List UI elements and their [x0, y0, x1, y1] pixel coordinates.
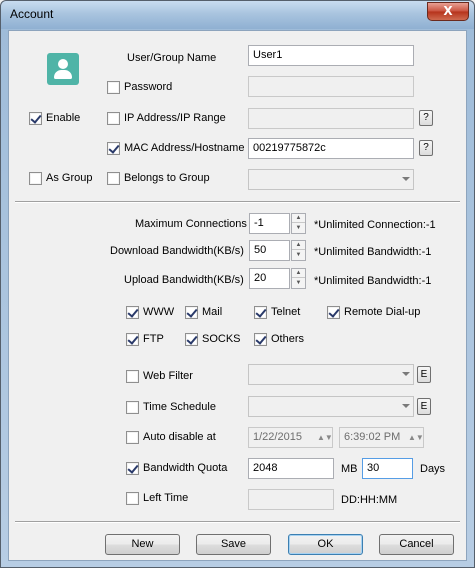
- user-icon: [47, 53, 79, 85]
- ok-button[interactable]: OK: [288, 534, 363, 555]
- bandwidth-quota-checkbox[interactable]: [126, 462, 139, 475]
- left-time-format: DD:HH:MM: [341, 494, 398, 506]
- service-others-checkbox[interactable]: [254, 333, 267, 346]
- close-button[interactable]: X: [427, 2, 469, 21]
- as-group-label: As Group: [46, 172, 93, 184]
- mac-label: MAC Address/Hostname: [124, 142, 245, 154]
- save-button[interactable]: Save: [196, 534, 271, 555]
- password-input[interactable]: [248, 76, 414, 97]
- upload-bandwidth-input[interactable]: 20: [249, 268, 290, 289]
- enable-checkbox[interactable]: [29, 112, 42, 125]
- bandwidth-quota-unit: MB: [341, 463, 358, 475]
- title-bar[interactable]: Account X: [1, 1, 474, 29]
- service-socks-label: SOCKS: [202, 333, 241, 345]
- ip-help-button[interactable]: ?: [419, 110, 433, 126]
- spin-down-icon[interactable]: ▼: [292, 224, 305, 233]
- web-filter-checkbox[interactable]: [126, 370, 139, 383]
- separator-bottom: [15, 521, 460, 523]
- separator-top: [15, 201, 460, 203]
- web-filter-select[interactable]: [248, 364, 414, 385]
- user-name-label: User/Group Name: [127, 52, 217, 64]
- ip-input[interactable]: [248, 108, 414, 129]
- upload-bandwidth-spinner[interactable]: ▲ ▼: [291, 268, 306, 289]
- bandwidth-quota-input[interactable]: 2048: [248, 458, 334, 479]
- left-time-input[interactable]: [248, 489, 334, 510]
- service-www-label: WWW: [143, 306, 175, 318]
- service-others-label: Others: [271, 333, 305, 345]
- spin-up-icon[interactable]: ▲: [292, 269, 305, 278]
- quota-days-unit: Days: [420, 463, 446, 475]
- max-connections-input[interactable]: -1: [249, 213, 290, 234]
- mac-input[interactable]: 00219775872c: [248, 138, 414, 159]
- service-mail-label: Mail: [202, 306, 223, 318]
- user-icon-head: [58, 59, 68, 69]
- upload-bandwidth-note: *Unlimited Bandwidth:-1: [314, 275, 432, 287]
- auto-disable-date[interactable]: 1/22/2015 ▲▼: [248, 427, 333, 448]
- upload-bandwidth-label: Upload Bandwidth(KB/s): [124, 274, 244, 286]
- spin-up-icon[interactable]: ▲: [292, 241, 305, 250]
- ip-label: IP Address/IP Range: [124, 112, 226, 124]
- auto-disable-time-value: 6:39:02 PM: [344, 431, 401, 443]
- account-window: Account X User/Group Name User1 Password…: [0, 0, 475, 568]
- spin-arrows-icon[interactable]: ▲▼: [408, 431, 424, 444]
- spin-down-icon[interactable]: ▼: [292, 279, 305, 288]
- dialog-body: User/Group Name User1 Password Enable IP…: [8, 30, 467, 561]
- service-socks-checkbox[interactable]: [185, 333, 198, 346]
- service-www-checkbox[interactable]: [126, 306, 139, 319]
- auto-disable-checkbox[interactable]: [126, 431, 139, 444]
- spin-down-icon[interactable]: ▼: [292, 251, 305, 260]
- download-bandwidth-spinner[interactable]: ▲ ▼: [291, 240, 306, 261]
- service-ftp-label: FTP: [143, 333, 164, 345]
- password-label: Password: [124, 81, 173, 93]
- max-connections-spinner[interactable]: ▲ ▼: [291, 213, 306, 234]
- web-filter-label: Web Filter: [143, 370, 193, 382]
- belongs-checkbox[interactable]: [107, 172, 120, 185]
- service-mail-checkbox[interactable]: [185, 306, 198, 319]
- as-group-checkbox[interactable]: [29, 172, 42, 185]
- max-connections-label: Maximum Connections: [135, 218, 247, 230]
- left-time-checkbox[interactable]: [126, 492, 139, 505]
- chevron-down-icon: [402, 404, 410, 408]
- group-select[interactable]: [248, 169, 414, 190]
- download-bandwidth-input[interactable]: 50: [249, 240, 290, 261]
- auto-disable-date-value: 1/22/2015: [253, 431, 302, 443]
- download-bandwidth-label: Download Bandwidth(KB/s): [110, 245, 244, 257]
- belongs-label: Belongs to Group: [124, 172, 210, 184]
- time-schedule-checkbox[interactable]: [126, 401, 139, 414]
- password-checkbox[interactable]: [107, 81, 120, 94]
- auto-disable-label: Auto disable at: [143, 431, 216, 443]
- window-title: Account: [10, 7, 54, 21]
- bandwidth-quota-label: Bandwidth Quota: [143, 462, 228, 474]
- service-remote-dialup-checkbox[interactable]: [327, 306, 340, 319]
- mac-checkbox[interactable]: [107, 142, 120, 155]
- service-telnet-label: Telnet: [271, 306, 301, 318]
- spin-arrows-icon[interactable]: ▲▼: [317, 431, 333, 444]
- service-ftp-checkbox[interactable]: [126, 333, 139, 346]
- spin-up-icon[interactable]: ▲: [292, 214, 305, 223]
- web-filter-edit-button[interactable]: E: [417, 366, 431, 383]
- cancel-button[interactable]: Cancel: [379, 534, 454, 555]
- time-schedule-select[interactable]: [248, 396, 414, 417]
- enable-label: Enable: [46, 112, 81, 124]
- max-connections-note: *Unlimited Connection:-1: [314, 219, 436, 231]
- new-button[interactable]: New: [105, 534, 180, 555]
- user-icon-body: [54, 70, 72, 79]
- time-schedule-label: Time Schedule: [143, 401, 216, 413]
- download-bandwidth-note: *Unlimited Bandwidth:-1: [314, 246, 432, 258]
- service-telnet-checkbox[interactable]: [254, 306, 267, 319]
- service-remote-dialup-label: Remote Dial-up: [344, 306, 421, 318]
- auto-disable-time[interactable]: 6:39:02 PM ▲▼: [339, 427, 424, 448]
- quota-days-input[interactable]: 30: [362, 458, 413, 479]
- chevron-down-icon: [402, 372, 410, 376]
- ip-checkbox[interactable]: [107, 112, 120, 125]
- time-schedule-edit-button[interactable]: E: [417, 398, 431, 415]
- user-name-input[interactable]: User1: [248, 45, 414, 66]
- mac-help-button[interactable]: ?: [419, 140, 433, 156]
- left-time-label: Left Time: [143, 492, 189, 504]
- chevron-down-icon: [402, 177, 410, 181]
